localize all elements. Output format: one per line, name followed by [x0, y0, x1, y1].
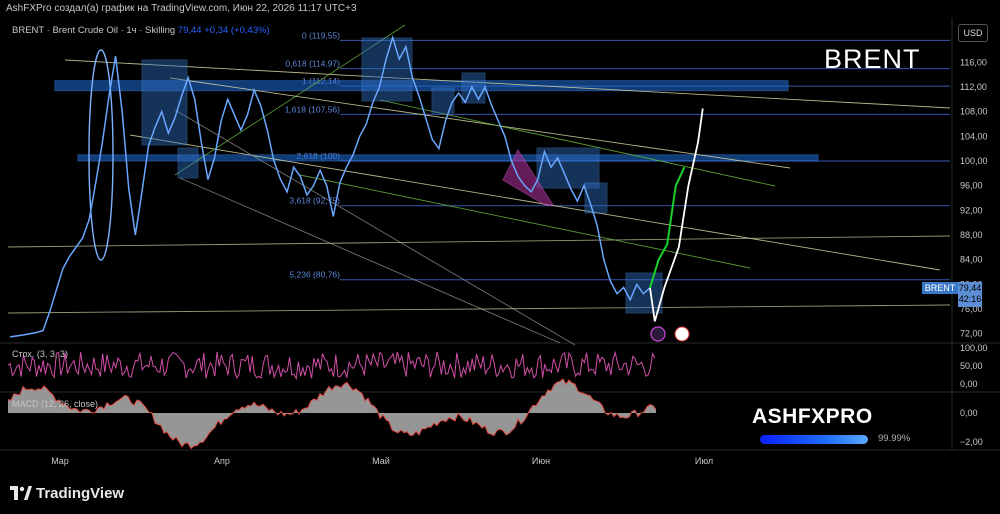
- legend-change: +0,34 (+0,43%): [204, 25, 270, 36]
- currency-button[interactable]: USD: [958, 24, 988, 42]
- y-tick-label: 104,00: [960, 131, 988, 141]
- fib-level-label: 0,618 (114,97): [285, 59, 340, 69]
- tradingview-icon: [10, 486, 32, 500]
- y-tick-label: 92,00: [960, 205, 983, 215]
- highlight-box: [431, 87, 455, 114]
- y-tick-label: 108,00: [960, 107, 988, 117]
- price-label-countdown: 42:16: [958, 294, 982, 304]
- x-tick-label: Апр: [214, 456, 230, 466]
- y-tick-label: 116,00: [960, 57, 987, 67]
- highlight-box: [177, 147, 199, 179]
- trendline-yellow: [7, 235, 951, 248]
- highlight-box: [461, 72, 486, 104]
- stoch-line: [7, 350, 656, 381]
- trendline-yellow: [7, 304, 951, 314]
- y-tick-label: 72,00: [960, 329, 983, 339]
- legend-price: 79,44: [177, 25, 202, 36]
- symbol-watermark: BRENT: [824, 44, 921, 74]
- macd-axis-label: −2,00: [960, 437, 983, 447]
- event-icon-lightning: [650, 326, 666, 342]
- x-tick-label: Июн: [532, 456, 550, 466]
- y-tick-label: 112,00: [960, 82, 987, 92]
- x-tick-label: Май: [372, 456, 390, 466]
- tradingview-logo[interactable]: TradingView: [10, 484, 124, 502]
- y-tick-label: 100,00: [960, 156, 988, 166]
- macd-legend[interactable]: MACD (12, 26, close): [12, 399, 98, 409]
- stoch-axis-label: 0,00: [960, 379, 978, 389]
- stoch-axis-label: 50,00: [960, 361, 983, 371]
- stoch-axis-label: 100,00: [960, 343, 988, 353]
- price-label-name: BRENT: [922, 282, 958, 294]
- fib-level-label: 1,618 (107,56): [285, 104, 340, 114]
- event-icon-flag: [674, 326, 690, 342]
- brand-progress-bar: [760, 435, 868, 444]
- fib-level-label: 0 (119,55): [302, 30, 340, 40]
- highlight-box: [361, 37, 413, 102]
- tradingview-wordmark: TradingView: [36, 484, 125, 502]
- brand-name: ASHFXPRO: [752, 405, 873, 428]
- symbol-legend[interactable]: BRENT · Brent Crude Oil · 1ч · Skilling …: [12, 25, 270, 36]
- price-label-value: 79,44: [958, 283, 982, 293]
- symbol-title: BRENT · Brent Crude Oil · 1ч · Skilling: [12, 25, 176, 36]
- forecast-green-line: [649, 166, 686, 289]
- fib-level-label: 3,618 (92,75): [289, 196, 340, 206]
- y-tick-label: 88,00: [960, 230, 983, 240]
- stoch-legend[interactable]: Стох. (3, 3, 3): [12, 349, 68, 359]
- x-tick-label: Мар: [51, 456, 69, 466]
- y-tick-label: 84,00: [960, 255, 983, 265]
- price-label-box: 79,44 42:16: [958, 282, 982, 307]
- trendline-yellow: [179, 177, 561, 344]
- brand-panel: ASHFXPRO 99.99%: [752, 405, 920, 451]
- brand-progress-text: 99.99%: [878, 433, 911, 444]
- macd-axis-label: 0,00: [960, 408, 978, 418]
- footer-bar: [0, 476, 1000, 514]
- x-tick-label: Июл: [695, 456, 713, 466]
- y-tick-label: 96,00: [960, 181, 983, 191]
- fib-level-label: 5,236 (80,76): [289, 270, 340, 280]
